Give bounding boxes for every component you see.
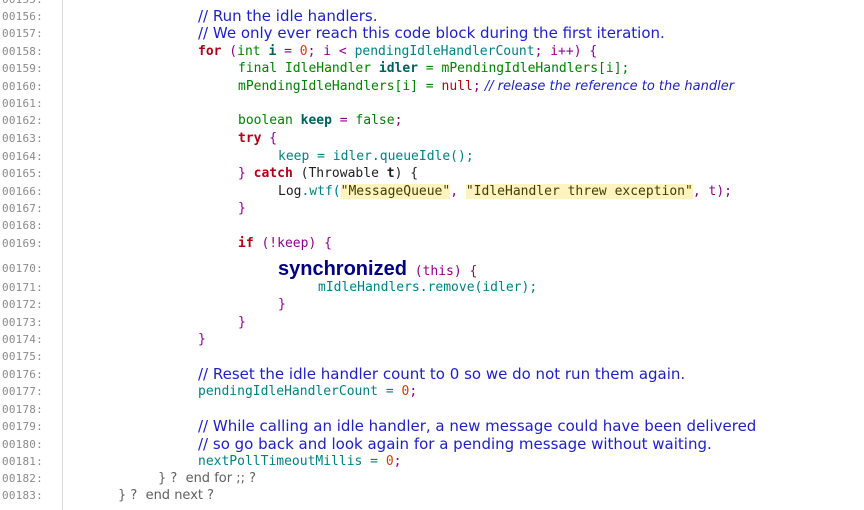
line-number-gutter: 00155: 00156: 00157: 00158: 00159: 00160… [0, 0, 63, 510]
keyword-null: null [441, 79, 473, 94]
keyword-try: try [238, 131, 262, 146]
code-condition: (!keep) { [253, 236, 332, 251]
code-line-keep-decl: boolean keep = false; [238, 112, 402, 129]
line-number: 00165: [2, 167, 43, 180]
type-throwable: Throwable [308, 166, 379, 181]
line-number: 00172: [2, 298, 43, 311]
code-line-null-assign: mPendingIdleHandlers[i] = null; // relea… [238, 78, 734, 95]
code-line-reset-count: pendingIdleHandlerCount = 0; [198, 383, 417, 400]
code-line-queue-idle: keep = idler.queueIdle(); [278, 149, 474, 164]
code-comment-line: // Reset the idle handler count to 0 so … [198, 365, 686, 383]
line-number: 00181: [2, 455, 43, 468]
code-line-try: try { [238, 130, 277, 147]
line-number: 00157: [2, 27, 43, 40]
code-comment-line: // While calling an idle handler, a new … [198, 417, 757, 435]
code-expression: nextPollTimeoutMillis = [198, 454, 386, 469]
keyword-false: false [355, 113, 395, 128]
keyword-catch: catch [253, 166, 293, 181]
code-punct: ; [409, 384, 418, 399]
code-expression: = mPendingIdleHandlers[i]; [418, 61, 630, 76]
keyword-int: int [237, 44, 261, 59]
line-number: 00173: [2, 316, 43, 329]
code-line-remove: mIdleHandlers.remove(idler); [318, 280, 538, 295]
code-line-log-wtf: Log.wtf("MessageQueue", "IdleHandler thr… [278, 183, 732, 200]
line-number: 00176: [2, 368, 43, 381]
code-punct: ( [292, 166, 309, 181]
code-punct: ; [394, 113, 403, 128]
code-punct: , t); [692, 184, 732, 199]
line-number: 00162: [2, 114, 43, 127]
line-number: 00164: [2, 150, 43, 163]
code-punct: ) { [394, 166, 419, 181]
code-expression: pendingIdleHandlerCount = [198, 384, 402, 399]
code-line-brace: } [238, 201, 246, 216]
line-number: 00170: [2, 262, 43, 275]
number-literal: 0 [299, 44, 308, 59]
keyword-for: for [198, 44, 222, 59]
line-number: 00178: [2, 403, 43, 416]
type-idlehandler: IdleHandler [277, 61, 372, 76]
keyword-final: final [238, 61, 278, 76]
keyword-if: if [238, 236, 254, 251]
line-number: 00171: [2, 281, 43, 294]
line-number: 00177: [2, 385, 43, 398]
line-number: 00175: [2, 350, 43, 363]
line-number: 00167: [2, 202, 43, 215]
inline-comment: // release the reference to the handler [480, 79, 735, 94]
number-literal: 0 [385, 454, 394, 469]
line-number: 00156: [2, 10, 43, 23]
code-comment-line: // Run the idle handlers. [198, 7, 378, 25]
keyword-synchronized: synchronized [278, 258, 407, 280]
code-punct: = [331, 113, 356, 128]
code-punct: ; i < [307, 44, 355, 59]
code-punct: } [238, 166, 254, 181]
line-number: 00166: [2, 185, 43, 198]
identifier-log: Log [278, 184, 302, 199]
code-line-synchronized: synchronized (this) { [278, 257, 477, 281]
fold-end-marker: } ? end for ;; ? [158, 471, 256, 486]
code-line-for: for (int i = 0; i < pendingIdleHandlerCo… [198, 43, 597, 60]
code-comment-line: // We only ever reach this code block du… [198, 24, 665, 42]
line-number: 00163: [2, 132, 43, 145]
line-number: 00182: [2, 472, 43, 485]
identifier-keep: keep [292, 113, 332, 128]
code-punct: , [450, 184, 466, 199]
code-punct: ; i++) { [534, 44, 598, 59]
line-number: 00180: [2, 438, 43, 451]
code-punct: = [276, 44, 300, 59]
line-number: 00169: [2, 237, 43, 250]
code-punct: { [261, 131, 278, 146]
line-number: 00168: [2, 219, 43, 232]
line-number: 00158: [2, 45, 43, 58]
code-line-brace: } [198, 332, 206, 347]
code-line-brace: } [278, 297, 286, 312]
code-line-poll-timeout: nextPollTimeoutMillis = 0; [198, 453, 402, 470]
line-number: 00159: [2, 62, 43, 75]
keyword-boolean: boolean [238, 113, 293, 128]
code-punct: ( [221, 44, 238, 59]
identifier-idler: idler [371, 61, 419, 76]
code-expression: mPendingIdleHandlers[i] = [238, 79, 442, 94]
identifier-i: i [260, 44, 277, 59]
line-number: 00179: [2, 420, 43, 433]
line-number: 00183: [2, 489, 43, 502]
identifier-count: pendingIdleHandlerCount [354, 44, 535, 59]
method-wtf: .wtf( [301, 184, 341, 199]
code-punct: (this) { [406, 264, 478, 279]
string-literal: "MessageQueue" [340, 184, 451, 199]
code-punct: ; [472, 79, 481, 94]
string-literal: "IdleHandler threw exception" [465, 184, 693, 199]
code-line-catch: } catch (Throwable t) { [238, 165, 418, 182]
line-number: 00160: [2, 80, 43, 93]
code-line-idler-decl: final IdleHandler idler = mPendingIdleHa… [238, 60, 629, 77]
code-line-brace: } [238, 315, 246, 330]
code-punct: ; [393, 454, 402, 469]
identifier-t: t [378, 166, 395, 181]
line-number: 00174: [2, 333, 43, 346]
code-comment-line: // so go back and look again for a pendi… [198, 435, 712, 453]
line-number: 00161: [2, 97, 43, 110]
code-line-if: if (!keep) { [238, 235, 332, 252]
fold-end-marker: } ? end next ? [118, 488, 215, 503]
